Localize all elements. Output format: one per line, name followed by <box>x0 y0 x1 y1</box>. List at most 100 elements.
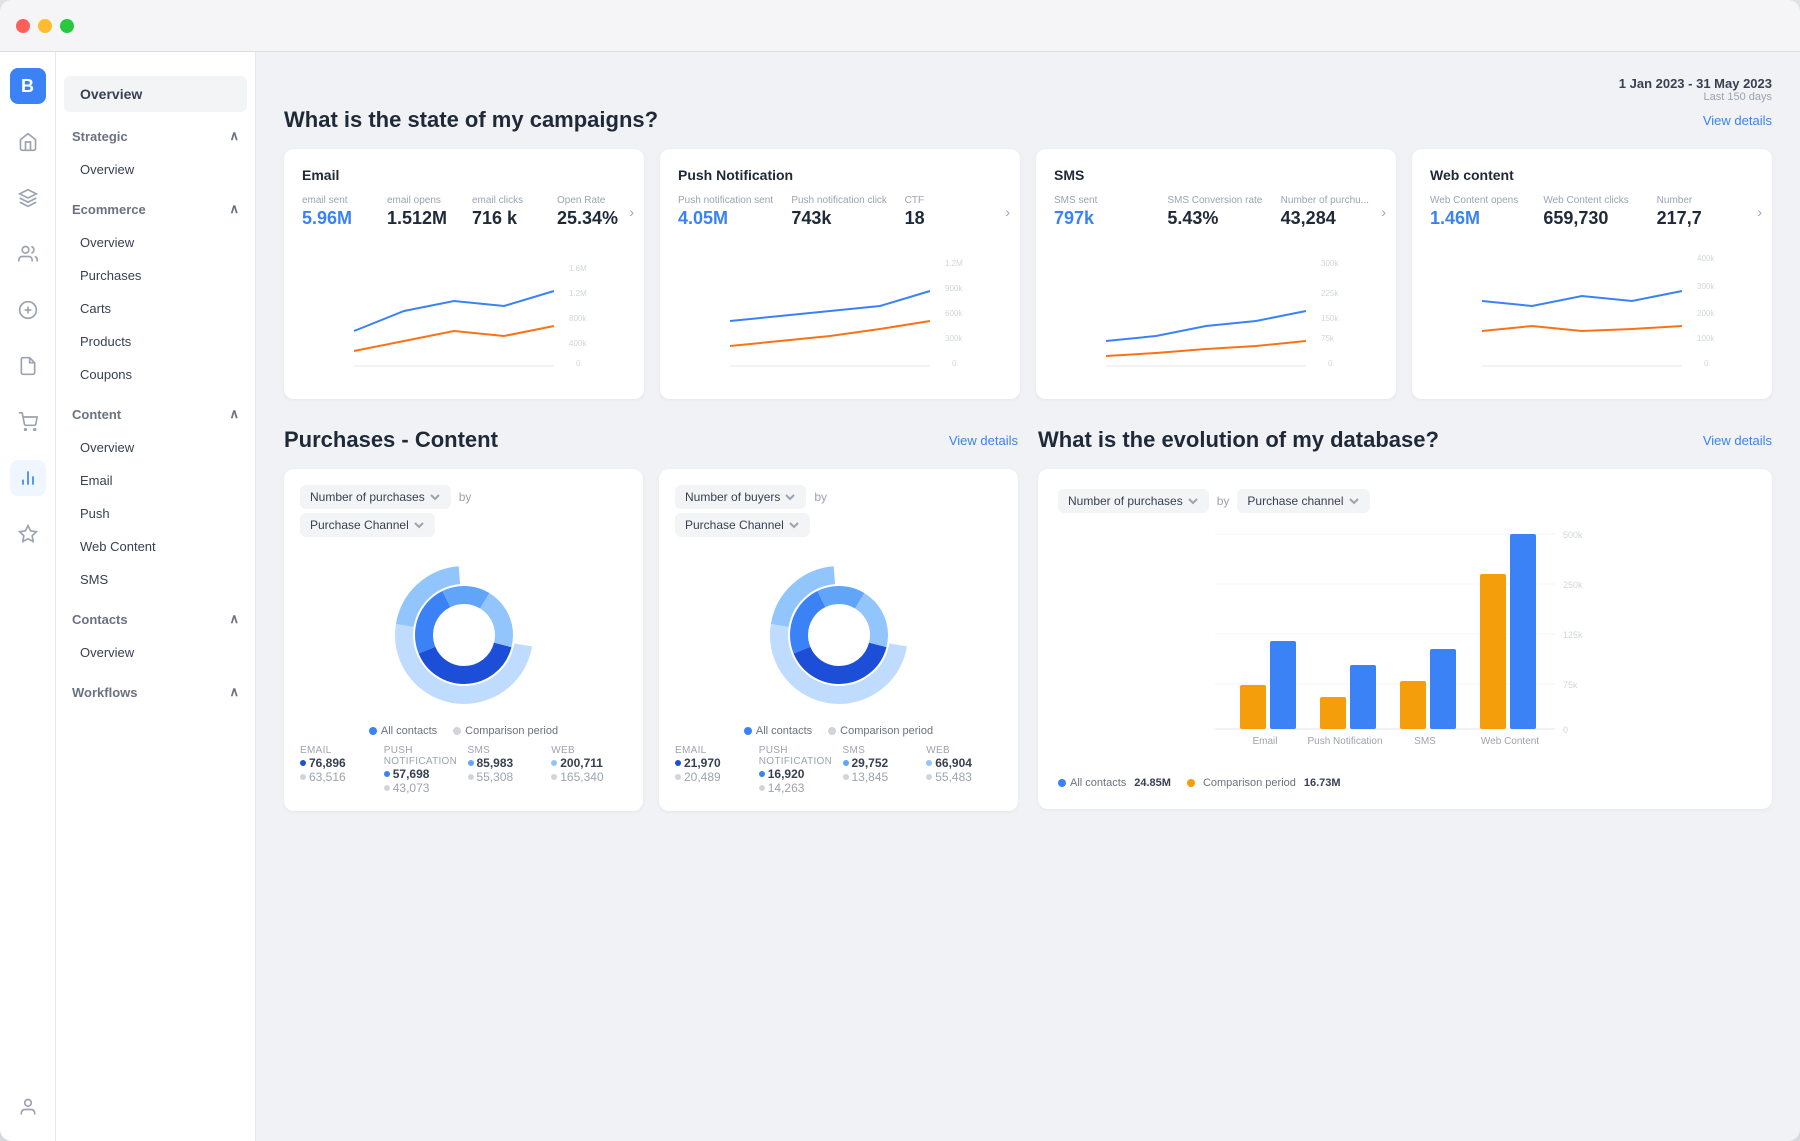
purchase-channel-dropdown-2[interactable]: Purchase Channel <box>675 513 810 537</box>
cart-icon[interactable] <box>10 404 46 440</box>
stat-email-2: EMAIL 21,970 20,489 <box>675 745 751 795</box>
svg-text:400k: 400k <box>1697 254 1715 263</box>
svg-text:0: 0 <box>576 359 581 368</box>
sidebar-group-strategic[interactable]: Strategic ∧ <box>56 120 255 152</box>
logo: B <box>10 68 46 104</box>
num-buyers-dropdown[interactable]: Number of buyers <box>675 485 806 509</box>
email-chart: jan feb mar apr may 1.6M 1.2M 800k 400k … <box>302 241 626 381</box>
stat-email: EMAIL 76,896 63,516 <box>300 745 376 795</box>
campaign-email-metrics: email sent 5.96M email opens 1.512M emai… <box>302 195 626 229</box>
donut-chart-2-visual <box>675 545 1002 725</box>
svg-text:0: 0 <box>952 359 957 368</box>
by-label-1: by <box>459 490 472 504</box>
legend-dot-blue <box>369 727 377 735</box>
bottom-sections: Purchases - Content View details Number … <box>284 427 1772 811</box>
sidebar-group-contacts[interactable]: Contacts ∧ <box>56 603 255 635</box>
metric-label: CTF <box>905 195 1002 206</box>
sidebar-item-overview-top[interactable]: Overview <box>64 76 247 112</box>
sidebar-item-coupons[interactable]: Coupons <box>64 359 247 390</box>
home-icon[interactable] <box>10 124 46 160</box>
donut-chart-2: Number of buyers by Purchase Channel <box>659 469 1018 811</box>
header-row: 1 Jan 2023 - 31 May 2023 Last 150 days <box>284 76 1772 103</box>
purchase-channel-dropdown-1[interactable]: Purchase Channel <box>300 513 435 537</box>
sidebar-item-push[interactable]: Push <box>64 498 247 529</box>
stat-push-2: PUSH NOTIFICATION 16,920 14,263 <box>759 745 835 795</box>
purchases-panel: Purchases - Content View details Number … <box>284 427 1018 811</box>
purchases-view-details[interactable]: View details <box>949 433 1018 448</box>
legend-dot-gray-2 <box>828 727 836 735</box>
chart-icon[interactable] <box>10 460 46 496</box>
user-icon[interactable] <box>10 1089 46 1125</box>
metric-value: 1.46M <box>1430 208 1527 229</box>
sparkle-icon[interactable] <box>10 516 46 552</box>
db-view-details[interactable]: View details <box>1703 433 1772 448</box>
campaign-card-sms: SMS SMS sent 797k SMS Conversion rate 5.… <box>1036 149 1396 399</box>
legend-dot-gold <box>1187 779 1195 787</box>
sidebar-group-ecommerce[interactable]: Ecommerce ∧ <box>56 193 255 225</box>
titlebar <box>0 0 1800 52</box>
db-title: What is the evolution of my database? <box>1038 427 1439 453</box>
sidebar-item-contacts-overview[interactable]: Overview <box>64 637 247 668</box>
bar-by-label: by <box>1217 494 1230 508</box>
diamond-icon[interactable] <box>10 180 46 216</box>
svg-text:0: 0 <box>1704 359 1709 368</box>
sidebar-item-products[interactable]: Products <box>64 326 247 357</box>
campaign-sms-title: SMS <box>1054 167 1378 183</box>
legend-comparison: Comparison period <box>453 725 558 737</box>
sidebar-item-strategic-overview[interactable]: Overview <box>64 154 247 185</box>
metric-label: Web Content opens <box>1430 195 1527 206</box>
metric-value: 4.05M <box>678 208 775 229</box>
bar-num-purchases-dropdown[interactable]: Number of purchases <box>1058 489 1209 513</box>
campaign-card-web: Web content Web Content opens 1.46M Web … <box>1412 149 1772 399</box>
sidebar-item-content-overview[interactable]: Overview <box>64 432 247 463</box>
metric-label: Web Content clicks <box>1543 195 1640 206</box>
sidebar-group-content[interactable]: Content ∧ <box>56 398 255 430</box>
bar-chart-card: Number of purchases by Purchase channel <box>1038 469 1772 809</box>
svg-text:Email: Email <box>1252 736 1277 747</box>
bar-purchase-channel-dropdown[interactable]: Purchase channel <box>1237 489 1369 513</box>
sidebar-item-sms[interactable]: SMS <box>64 564 247 595</box>
bar-chart-legend: All contacts 24.85M Comparison period 16… <box>1058 777 1752 789</box>
svg-text:250k: 250k <box>1563 580 1583 590</box>
svg-text:0: 0 <box>1328 359 1333 368</box>
svg-text:125k: 125k <box>1563 630 1583 640</box>
left-icon-bar: B <box>0 52 56 1141</box>
maximize-button[interactable] <box>60 19 74 33</box>
metric-label: Number <box>1657 195 1754 206</box>
sidebar-item-carts[interactable]: Carts <box>64 293 247 324</box>
svg-text:75k: 75k <box>1563 680 1578 690</box>
svg-text:600k: 600k <box>945 309 963 318</box>
bar-chart-visual: 500k 250k 125k 75k 0 <box>1058 529 1752 769</box>
svg-text:1.2M: 1.2M <box>945 259 963 268</box>
num-purchases-dropdown-1[interactable]: Number of purchases <box>300 485 451 509</box>
sidebar-item-ecommerce-overview[interactable]: Overview <box>64 227 247 258</box>
push-chart: 18 jan 18 feb 18 mar 18 apr 18 may 1.2M … <box>678 241 1002 381</box>
legend-all-contacts-2: All contacts <box>744 725 812 737</box>
campaigns-view-details[interactable]: View details <box>1703 113 1772 128</box>
svg-text:300k: 300k <box>945 334 963 343</box>
donut-chart-1: Number of purchases by Purchase Channel <box>284 469 643 811</box>
sms-chart: 18 jan 18 feb 18 mar 18 apr 18 may 300k … <box>1054 241 1378 381</box>
sidebar-item-email[interactable]: Email <box>64 465 247 496</box>
donut-charts-row: Number of purchases by Purchase Channel <box>284 469 1018 811</box>
chart2-filter-row2: Purchase Channel <box>675 513 1002 537</box>
document-icon[interactable] <box>10 348 46 384</box>
people-icon[interactable] <box>10 236 46 272</box>
by-label-2: by <box>814 490 827 504</box>
sidebar-item-web-content[interactable]: Web Content <box>64 531 247 562</box>
sidebar-group-workflows[interactable]: Workflows ∧ <box>56 676 255 708</box>
legend-dot-blue-bar <box>1058 779 1066 787</box>
legend-all-contacts-bar: All contacts 24.85M <box>1058 777 1171 789</box>
metric-value: 797k <box>1054 208 1151 229</box>
all-contacts-value: 24.85M <box>1134 777 1171 789</box>
metric-value: 1.512M <box>387 208 456 229</box>
sidebar-item-purchases[interactable]: Purchases <box>64 260 247 291</box>
crosshair-icon[interactable] <box>10 292 46 328</box>
close-button[interactable] <box>16 19 30 33</box>
comparison-value: 16.73M <box>1304 777 1341 789</box>
metric-value: 5.96M <box>302 208 371 229</box>
campaign-card-email: Email email sent 5.96M email opens 1.512… <box>284 149 644 399</box>
date-range-text: 1 Jan 2023 - 31 May 2023 <box>1619 76 1772 91</box>
minimize-button[interactable] <box>38 19 52 33</box>
svg-text:1.6M: 1.6M <box>569 264 587 273</box>
